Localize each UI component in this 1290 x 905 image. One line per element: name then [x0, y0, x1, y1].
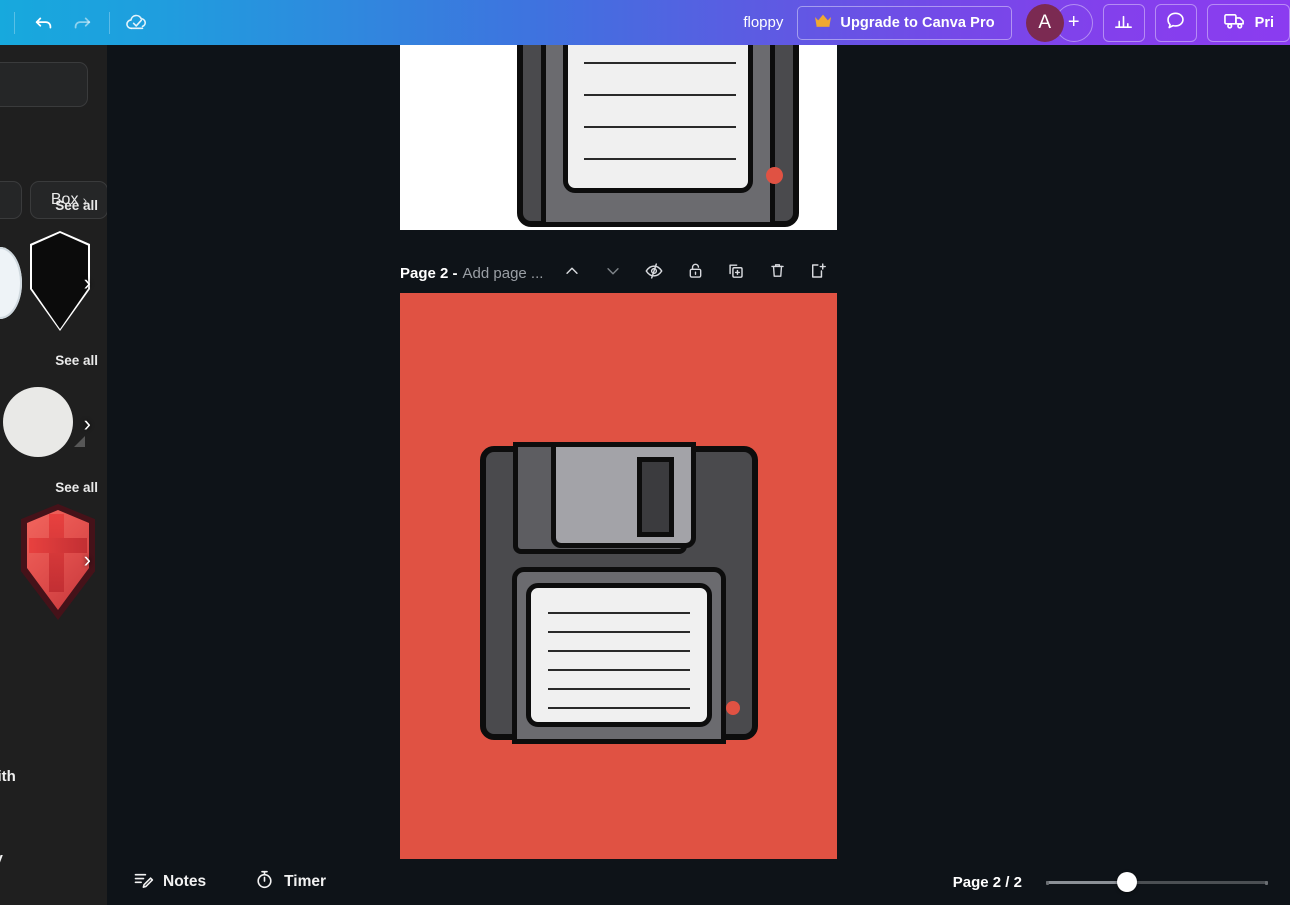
redo-button[interactable]: [63, 4, 101, 42]
cross-horizontal-bar: [29, 538, 87, 553]
timer-label: Timer: [284, 873, 326, 891]
label-line: [584, 94, 736, 96]
zoom-slider-fill: [1046, 881, 1127, 884]
document-title[interactable]: floppy: [729, 14, 797, 31]
floppy-shutter-notch: [637, 457, 674, 537]
label-line: [548, 631, 690, 633]
insights-button[interactable]: [1103, 4, 1145, 42]
page-1-canvas[interactable]: [400, 45, 837, 230]
search-input[interactable]: [0, 62, 88, 107]
chevron-down-icon: [604, 262, 622, 285]
zoom-slider[interactable]: [1046, 872, 1268, 892]
page-actions-group: [557, 259, 833, 287]
zoom-min-tick: [1046, 881, 1049, 885]
cross-vertical-bar: [49, 514, 64, 592]
floppy-label-p1: [563, 45, 753, 193]
label-line: [584, 62, 736, 64]
floppy-shutter-metal: [551, 442, 696, 548]
page-2-canvas[interactable]: [400, 293, 837, 859]
lock-page-button[interactable]: [680, 259, 710, 287]
bottom-toolbar: Notes Timer Page 2 / 2: [107, 859, 1290, 905]
print-button[interactable]: Pri: [1207, 4, 1290, 42]
floppy-indicator-dot: [726, 701, 740, 715]
move-page-up-button[interactable]: [557, 259, 587, 287]
label-line: [584, 158, 736, 160]
label-line: [548, 688, 690, 690]
collaborators-group: A +: [1026, 4, 1093, 42]
undo-button[interactable]: [25, 4, 63, 42]
zoom-max-tick: [1265, 881, 1268, 885]
see-all-link-1[interactable]: See all: [55, 198, 98, 213]
hide-page-button[interactable]: [639, 259, 669, 287]
stopwatch-icon: [254, 869, 275, 895]
upgrade-label: Upgrade to Canva Pro: [840, 15, 994, 31]
see-all-link-3[interactable]: See all: [55, 480, 98, 495]
shape-row-3[interactable]: ›: [0, 500, 107, 620]
circle-white-thumbnail[interactable]: [3, 387, 73, 457]
undo-icon: [33, 12, 55, 34]
bar-chart-icon: [1113, 10, 1134, 36]
crown-icon: [814, 13, 832, 33]
add-page-icon: [808, 261, 828, 286]
floppy-disk-illustration-page-1[interactable]: [517, 45, 799, 227]
label-line: [548, 707, 690, 709]
shape-row-2-arrow[interactable]: ›: [84, 411, 91, 437]
print-label: Pri: [1255, 15, 1274, 31]
delete-page-icon: [768, 261, 787, 285]
elements-sidebar-panel: e Box › See all › See all › See all ›: [0, 45, 107, 905]
timer-button[interactable]: Timer: [244, 865, 336, 899]
add-page-button[interactable]: [803, 259, 833, 287]
cloud-save-status-button[interactable]: [118, 4, 156, 42]
delivery-truck-icon: [1223, 10, 1246, 36]
shield-black-thumbnail[interactable]: [32, 233, 88, 329]
notes-button[interactable]: Notes: [123, 865, 216, 899]
see-all-link-2[interactable]: See all: [55, 353, 98, 368]
chevron-up-icon: [563, 262, 581, 285]
zoom-slider-thumb[interactable]: [1117, 872, 1137, 892]
filter-chip-0[interactable]: e: [0, 181, 22, 219]
delete-page-button[interactable]: [762, 259, 792, 287]
label-line: [548, 612, 690, 614]
label-line: [548, 650, 690, 652]
label-line: [584, 126, 736, 128]
canvas-scroll-area[interactable]: Page 2 - Add page ...: [107, 45, 1290, 905]
sidebar-footer-text-1: est with: [0, 768, 16, 785]
notes-label: Notes: [163, 873, 206, 891]
page-counter: Page 2 / 2: [953, 874, 1022, 891]
comment-bubble-icon: [1165, 10, 1186, 36]
triangle-gray-thumbnail-partial[interactable]: [74, 436, 85, 447]
move-page-down-button[interactable]: [598, 259, 628, 287]
shape-row-1[interactable]: ›: [0, 225, 107, 340]
floppy-label: [526, 583, 712, 727]
sidebar-footer-text-2: d by: [0, 850, 3, 867]
toolbar-divider-1: [14, 12, 15, 34]
page-2-header-toolbar: Page 2 - Add page ...: [400, 258, 960, 288]
cloud-check-icon: [124, 10, 150, 36]
upgrade-to-pro-button[interactable]: Upgrade to Canva Pro: [797, 6, 1011, 40]
floppy-indicator-dot-p1: [766, 167, 783, 184]
circle-white-thumbnail-partial[interactable]: [0, 247, 22, 319]
comments-button[interactable]: [1155, 4, 1197, 42]
duplicate-page-icon: [726, 261, 746, 286]
avatar[interactable]: A: [1026, 4, 1064, 42]
hide-page-icon: [644, 261, 664, 286]
top-toolbar: floppy Upgrade to Canva Pro A +: [0, 0, 1290, 45]
page-2-label: Page 2 -: [400, 265, 458, 282]
toolbar-divider-2: [109, 12, 110, 34]
shape-row-2[interactable]: ›: [0, 370, 107, 478]
lock-icon: [686, 261, 705, 285]
label-line: [548, 669, 690, 671]
duplicate-page-button[interactable]: [721, 259, 751, 287]
notes-pencil-icon: [133, 869, 154, 895]
redo-icon: [71, 12, 93, 34]
floppy-disk-illustration-page-2[interactable]: [480, 446, 758, 740]
page-2-title-input[interactable]: Add page ...: [463, 265, 544, 282]
